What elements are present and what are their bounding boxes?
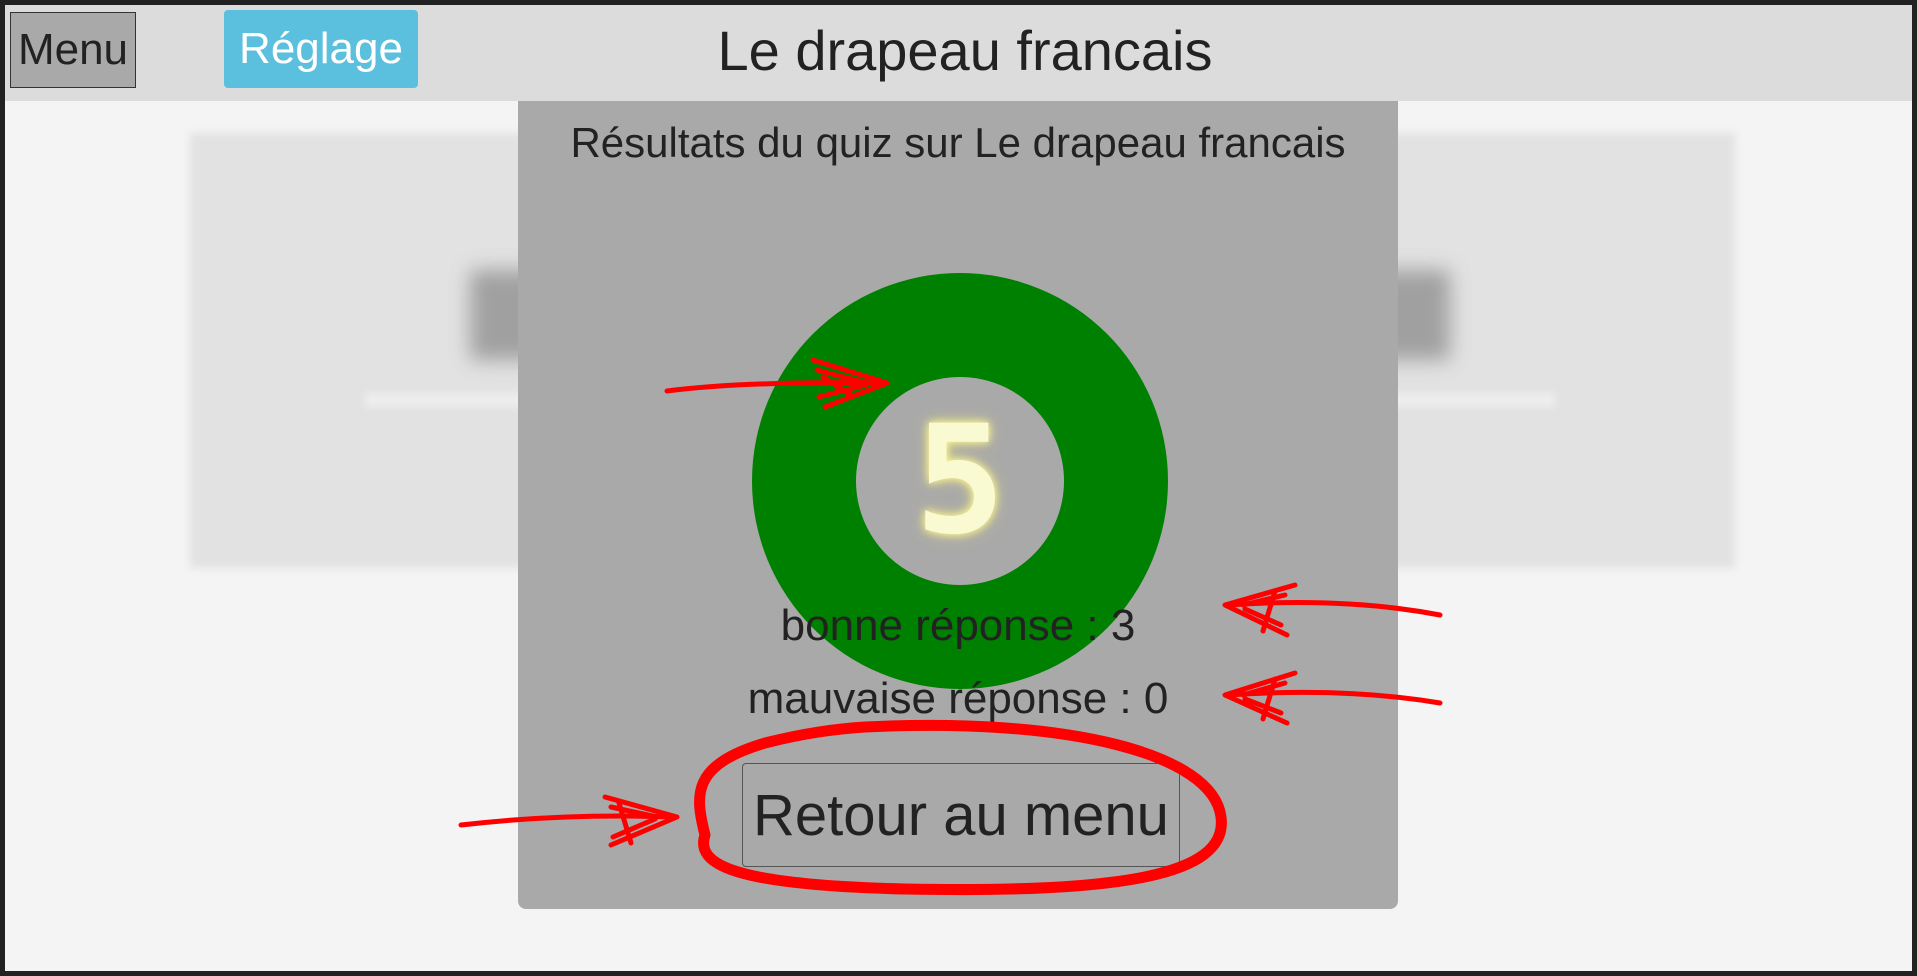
circle-around-back-button-icon <box>694 719 1227 896</box>
arrow-head-back-icon <box>602 794 680 848</box>
arrow-to-bad-icon <box>1224 689 1443 706</box>
app-window: Menu Réglage Le drapeau francais Résulta… <box>5 5 1912 971</box>
red-annotations <box>458 357 1443 896</box>
arrow-head-bad-icon <box>1222 670 1298 726</box>
arrow-head-good-icon <box>1222 582 1298 638</box>
